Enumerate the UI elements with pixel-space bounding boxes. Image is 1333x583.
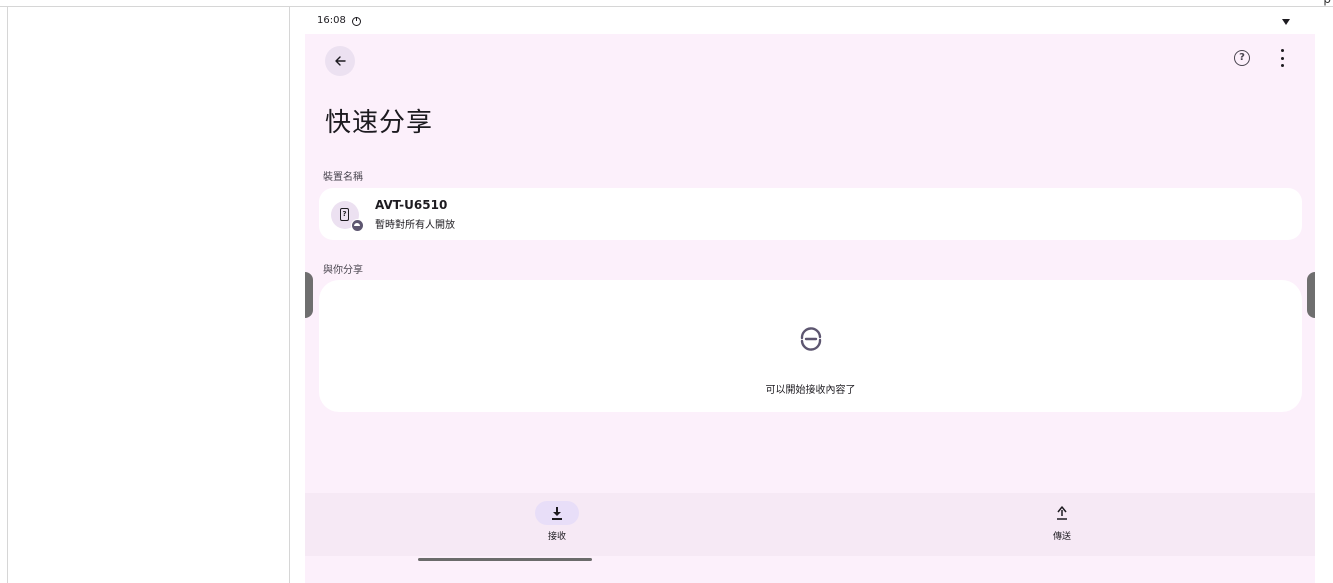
device-card[interactable]: ? AVT-U6510 暫時對所有人開放 — [319, 188, 1302, 240]
arrow-left-icon — [335, 56, 346, 66]
corner-text: p — [1323, 0, 1331, 6]
help-circle-icon: ? — [1239, 52, 1245, 63]
help-button[interactable]: ? — [1234, 50, 1250, 66]
ready-status-text: 可以開始接收內容了 — [765, 385, 856, 396]
people-badge-icon — [351, 219, 364, 232]
home-indicator[interactable] — [418, 558, 592, 561]
page-title: 快速分享 — [325, 108, 434, 138]
column-divider — [289, 6, 290, 583]
send-pill[interactable] — [1040, 501, 1084, 525]
shared-section-label: 與你分享 — [323, 265, 363, 276]
device-name: AVT-U6510 — [375, 198, 448, 212]
shared-with-you-card: 可以開始接收內容了 — [319, 280, 1302, 412]
left-edge-handle[interactable] — [305, 272, 313, 318]
status-bar: 16:08 — [305, 10, 1315, 34]
download-icon — [552, 507, 562, 520]
page: p 16:08 ? 快速分享 裝置名稱 ? AVT-U6510 暫時對 — [0, 0, 1333, 583]
device-screen: 16:08 ? 快速分享 裝置名稱 ? AVT-U6510 暫時對所有人開放 與… — [305, 10, 1315, 583]
device-section-label: 裝置名稱 — [323, 172, 363, 183]
nav-receive[interactable]: 接收 — [507, 501, 607, 542]
upload-icon — [1057, 506, 1067, 520]
back-button[interactable] — [325, 46, 355, 76]
receive-label: 接收 — [547, 532, 566, 542]
nav-send[interactable]: 傳送 — [1012, 501, 1112, 542]
more-options-button[interactable] — [1279, 49, 1285, 67]
nearby-share-icon — [800, 327, 822, 351]
device-icon: ? — [331, 201, 364, 232]
dnd-icon — [352, 17, 361, 26]
send-label: 傳送 — [1052, 532, 1071, 542]
device-visibility: 暫時對所有人開放 — [375, 220, 455, 231]
phone-icon: ? — [340, 208, 349, 221]
wifi-icon — [1282, 19, 1290, 25]
status-time: 16:08 — [317, 15, 346, 26]
receive-pill[interactable] — [535, 501, 579, 525]
right-edge-handle[interactable] — [1307, 272, 1315, 318]
bottom-navigation: 接收 傳送 — [305, 493, 1315, 556]
left-divider — [7, 6, 8, 583]
more-vert-icon — [1280, 49, 1284, 52]
top-divider — [0, 6, 1333, 7]
